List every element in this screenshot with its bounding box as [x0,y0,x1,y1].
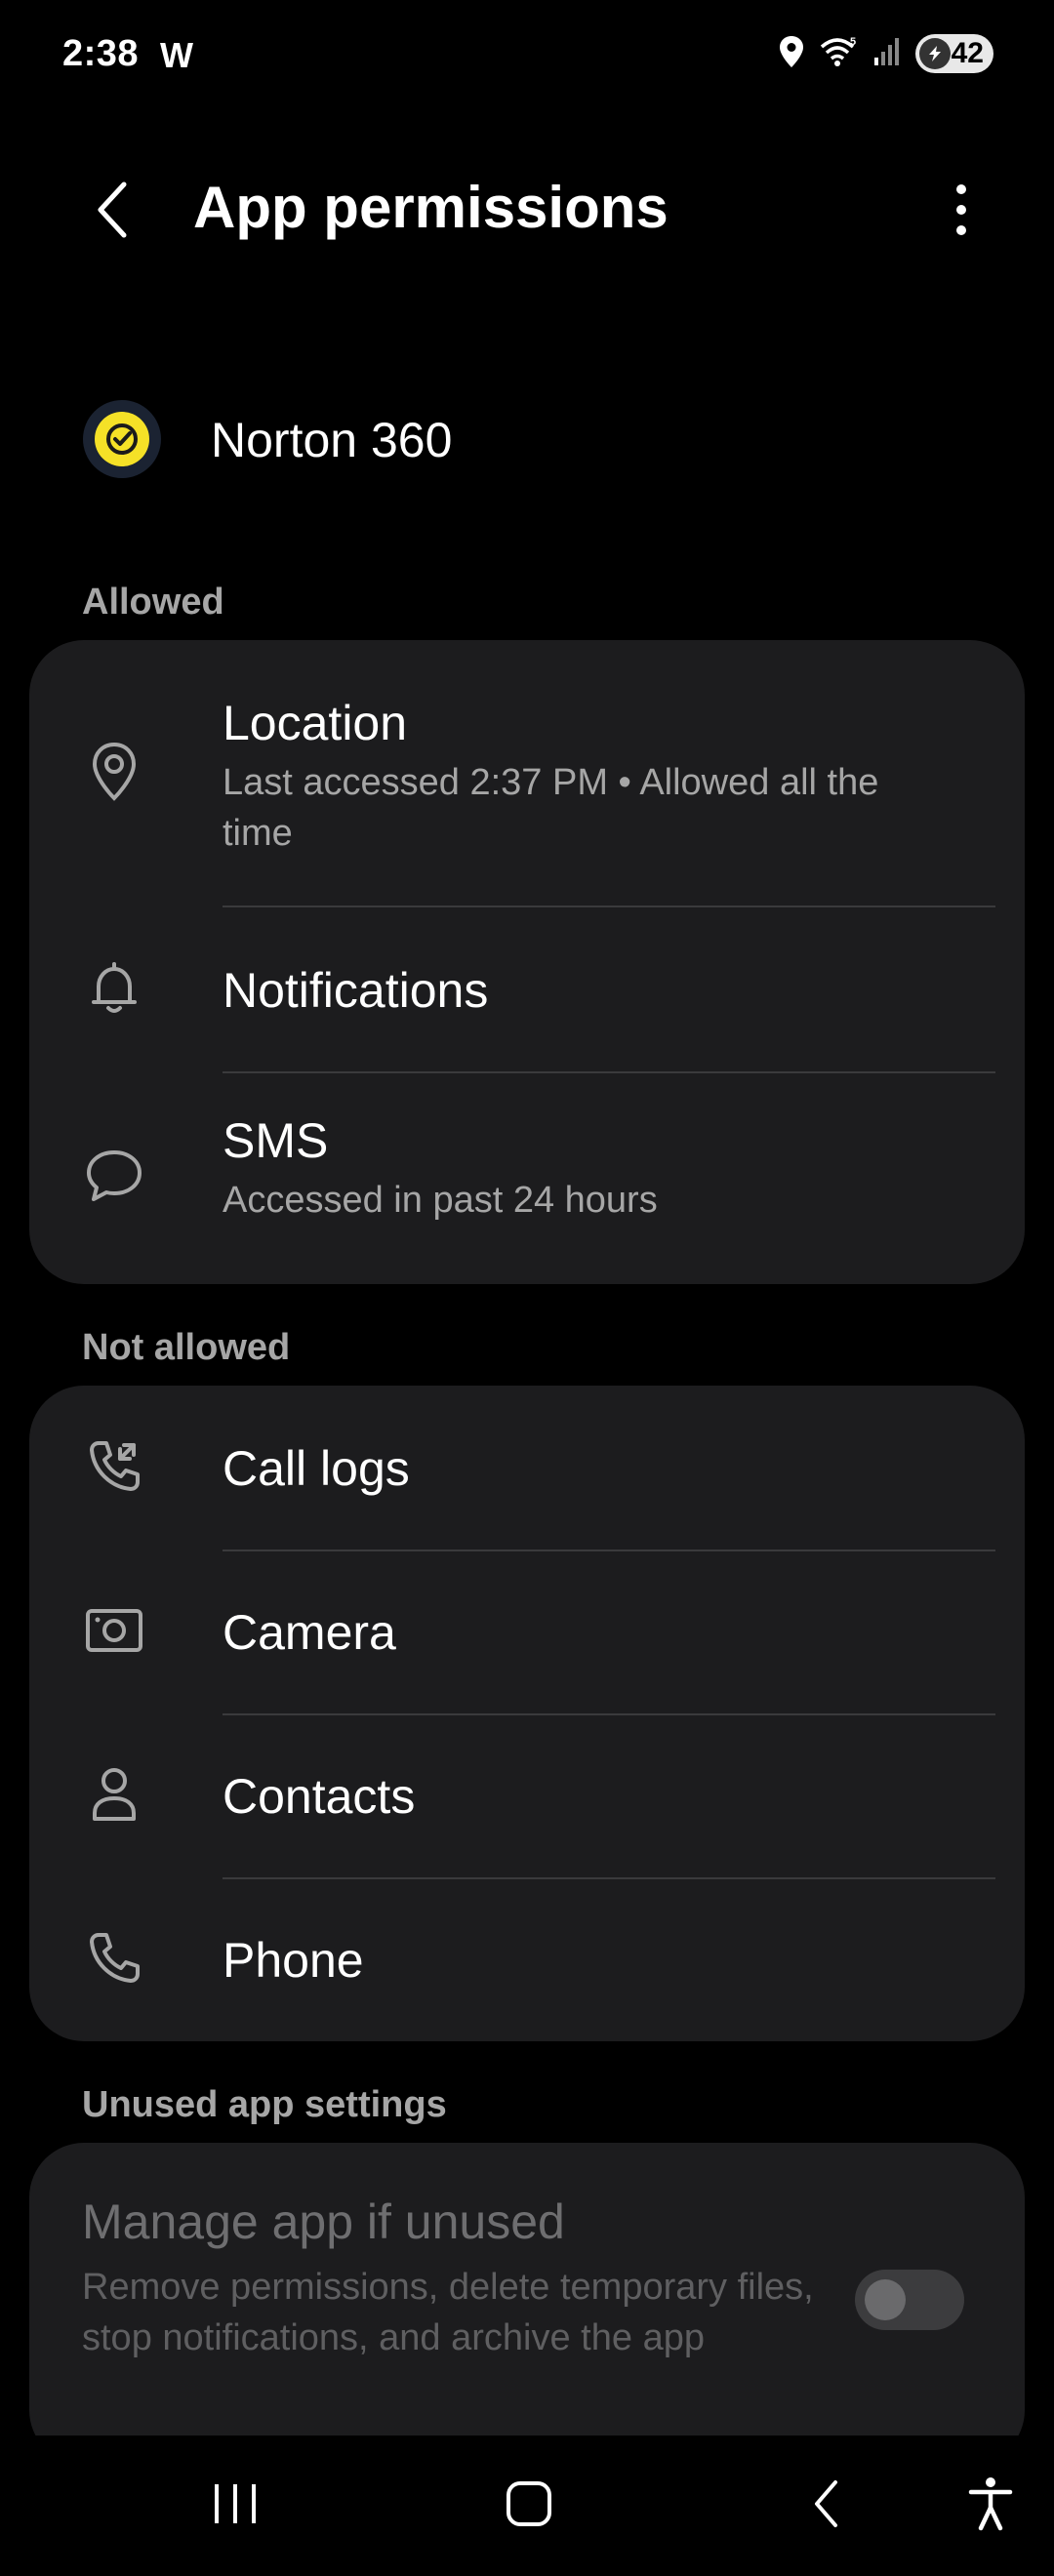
recents-icon [215,2484,256,2523]
status-icons: 5 42 [777,31,993,76]
allowed-card: Location Last accessed 2:37 PM • Allowed… [29,640,1025,1284]
home-button[interactable] [485,2465,573,2543]
more-options-button[interactable] [932,176,991,244]
status-time: 2:38 [62,33,140,74]
app-bar: App permissions [0,146,1054,273]
manage-if-unused-toggle[interactable] [855,2270,964,2330]
section-unused: Unused app settings [82,2084,447,2125]
toggle-knob [865,2279,906,2320]
phone-icon [80,1924,148,1992]
battery-level: 42 [951,37,984,69]
more-vertical-icon [956,184,966,235]
permission-call-logs[interactable]: Call logs [29,1386,1025,1550]
battery-icon: 42 [915,34,993,73]
permission-contacts[interactable]: Contacts [29,1715,1025,1877]
status-bar: 2:38 W 5 42 [0,0,1054,107]
charging-bolt-icon [919,38,951,69]
back-button[interactable] [78,176,146,244]
bell-icon [80,954,148,1023]
section-allowed: Allowed [82,582,224,623]
location-icon [777,34,806,74]
location-pin-icon [80,738,148,806]
app-name: Norton 360 [211,413,453,467]
navigation-bar [0,2435,1054,2576]
unused-card: Manage app if unused Remove permissions,… [29,2143,1025,2465]
manage-if-unused-title: Manage app if unused [82,2194,565,2249]
permission-title: SMS [223,1113,329,1168]
not-allowed-card: Call logs Camera Contacts Phone [29,1386,1025,2041]
wifi-icon: 5 [820,35,859,73]
permission-sms[interactable]: SMS Accessed in past 24 hours [29,1073,1025,1284]
recents-button[interactable] [191,2465,279,2543]
permission-title: Notifications [223,963,489,1018]
manage-if-unused-subtitle: Remove permissions, delete temporary fil… [82,2267,814,2358]
page-title: App permissions [193,175,669,240]
person-icon [80,1760,148,1829]
chat-bubble-icon [80,1142,148,1210]
app-info-row: Norton 360 [0,371,1054,507]
permission-title: Call logs [223,1441,410,1496]
section-not-allowed: Not allowed [82,1327,291,1368]
camera-icon [80,1596,148,1665]
home-icon [507,2481,551,2526]
permission-location[interactable]: Location Last accessed 2:37 PM • Allowed… [29,640,1025,906]
accessibility-icon [968,2477,1013,2531]
permission-title: Contacts [223,1769,416,1824]
permission-subtitle: Accessed in past 24 hours [223,1180,658,1221]
chevron-left-icon [98,181,127,238]
manage-if-unused-row[interactable]: Manage app if unused Remove permissions,… [29,2143,1025,2465]
permission-phone[interactable]: Phone [29,1879,1025,2041]
back-icon [815,2480,837,2527]
permission-notifications[interactable]: Notifications [29,907,1025,1071]
call-log-icon [80,1432,148,1501]
permission-title: Phone [223,1933,364,1988]
svg-text:5: 5 [850,36,856,48]
signal-icon [872,36,902,72]
carrier-glyph: W [160,35,193,75]
permission-title: Camera [223,1605,396,1660]
system-back-button[interactable] [783,2465,871,2543]
permission-camera[interactable]: Camera [29,1551,1025,1713]
norton-icon [83,400,161,478]
permission-title: Location [223,696,408,750]
permission-subtitle: Last accessed 2:37 PM • Allowed all the … [223,762,879,854]
accessibility-button[interactable] [947,2465,1034,2543]
